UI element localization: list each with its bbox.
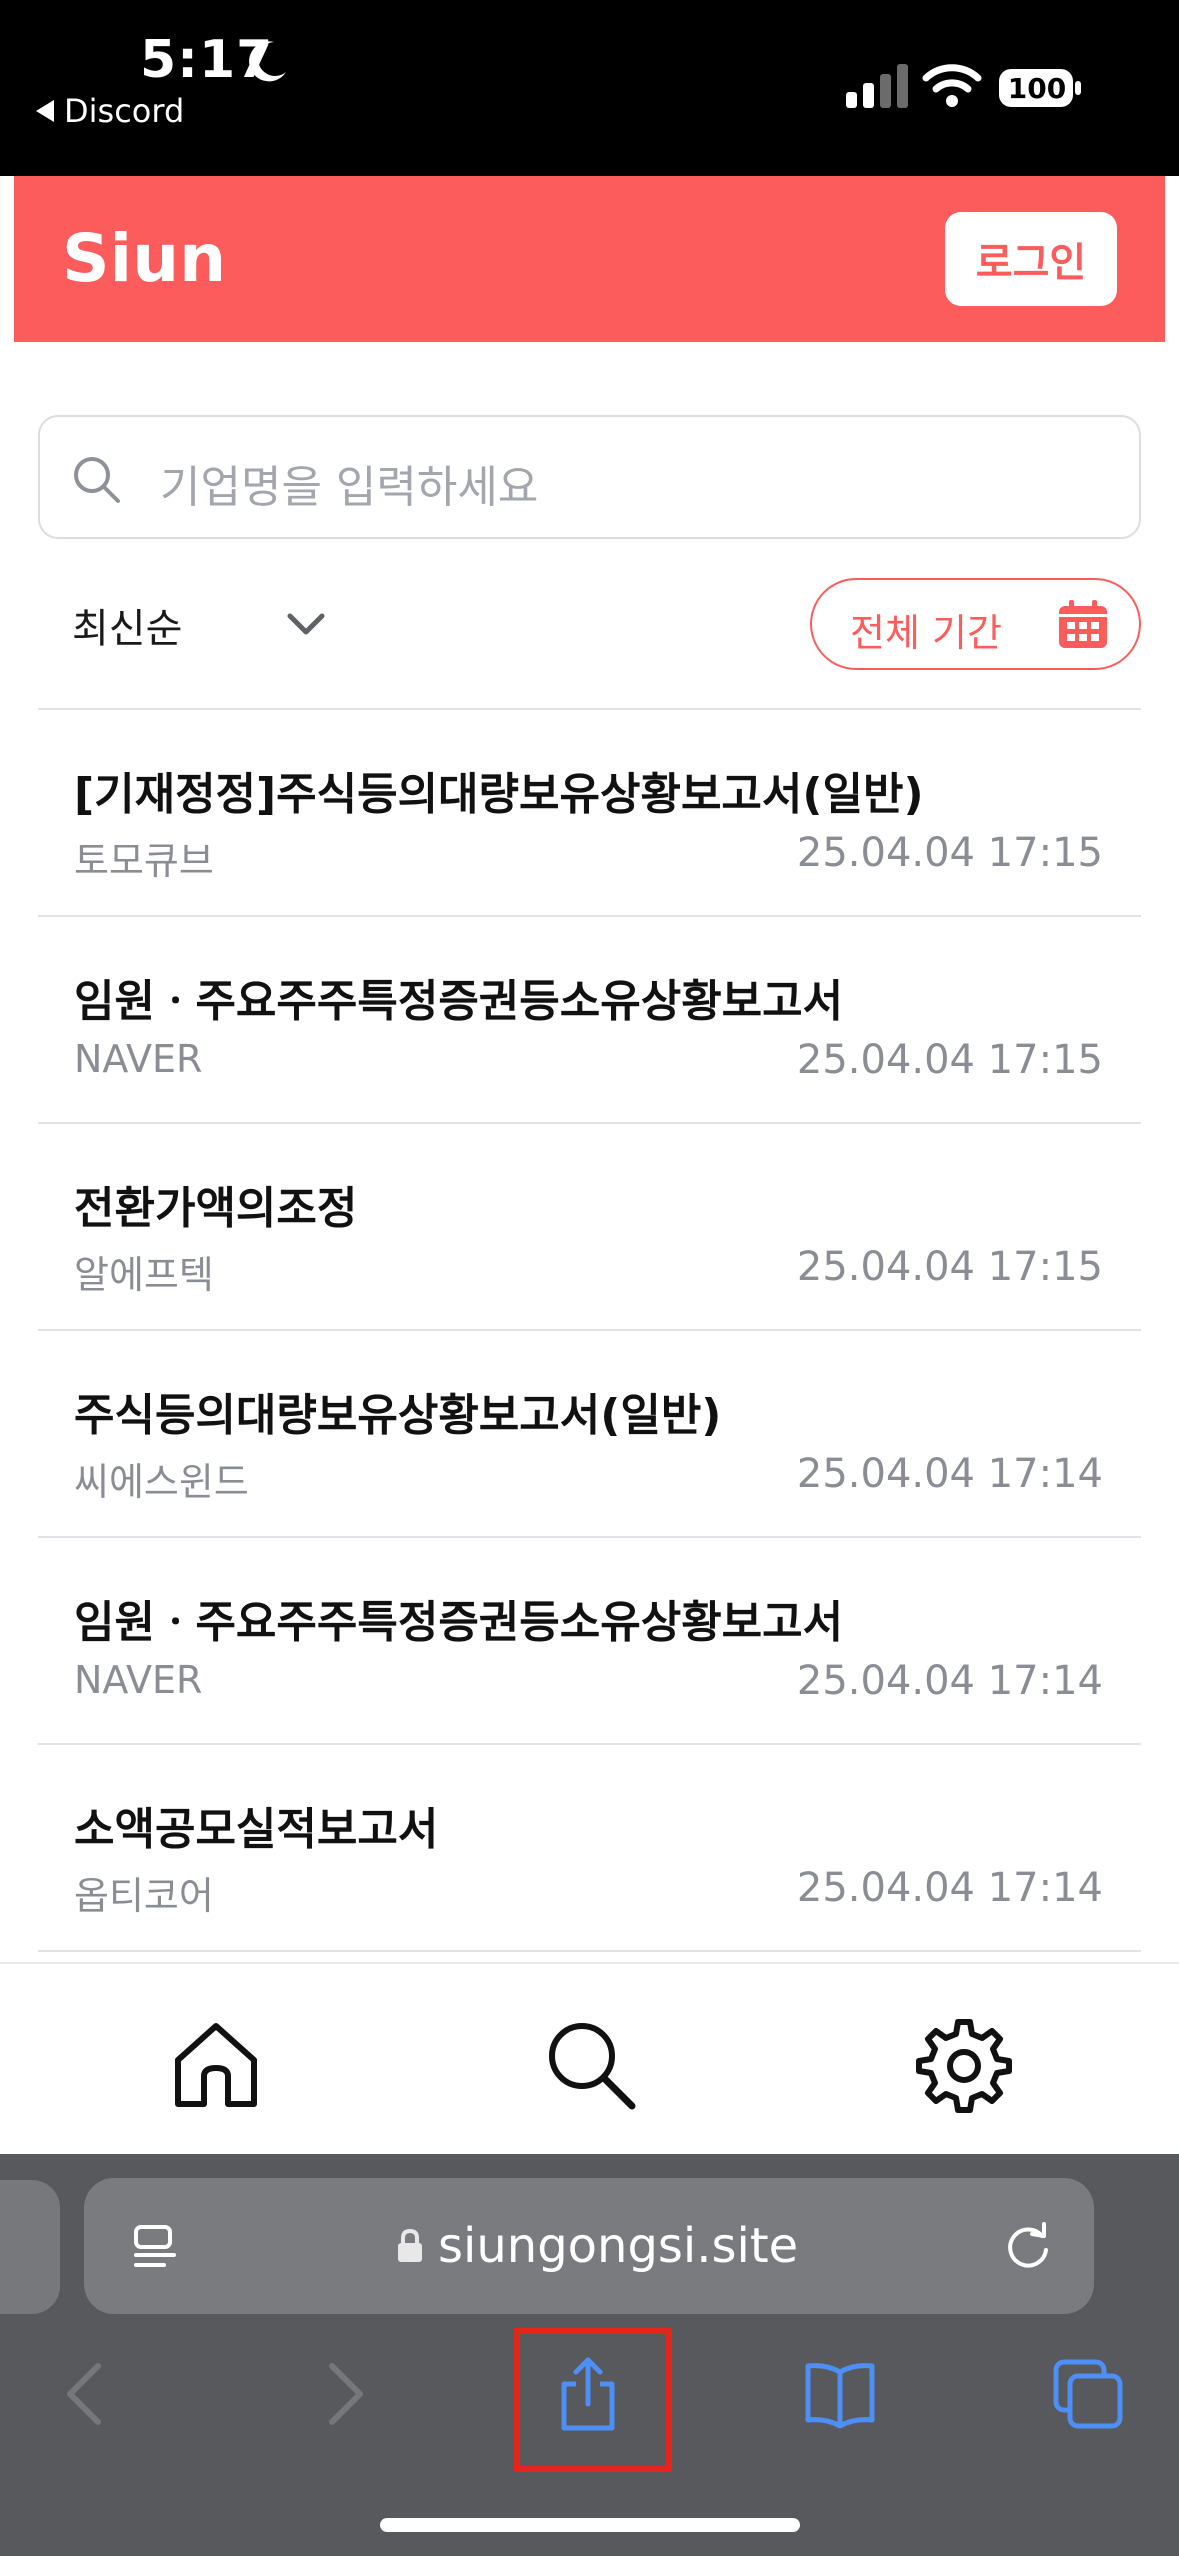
back-triangle-icon	[36, 100, 54, 122]
filing-datetime: 25.04.04 17:15	[796, 1244, 1103, 1290]
home-icon	[175, 2023, 257, 2107]
filing-datetime: 25.04.04 17:14	[796, 1451, 1103, 1497]
forward-arrow-icon[interactable]	[302, 2354, 382, 2434]
filing-company: NAVER	[74, 1658, 203, 1702]
moon-icon	[249, 41, 286, 82]
search-icon	[74, 457, 120, 503]
chevron-down-icon[interactable]	[284, 604, 328, 644]
filing-item[interactable]: [기재정정]주식등의대량보유상황보고서(일반) 토모큐브 25.04.04 17…	[38, 710, 1141, 917]
sort-select[interactable]: 최신순	[72, 596, 182, 654]
filing-title: 임원ㆍ주요주주특정증권등소유상황보고서	[74, 1597, 844, 1648]
app-header: Siun 로그인	[14, 176, 1165, 342]
share-highlight-box	[514, 2328, 672, 2472]
back-to-app-link[interactable]: Discord	[36, 92, 184, 130]
previous-tab-preview[interactable]	[0, 2180, 60, 2314]
browser-toolbar: siungongsi.site	[0, 2154, 1179, 2556]
period-filter-button[interactable]: 전체 기간	[810, 578, 1141, 670]
search-placeholder: 기업명을 입력하세요	[160, 462, 539, 513]
filing-company: 토모큐브	[74, 839, 214, 883]
filing-title: [기재정정]주식등의대량보유상황보고서(일반)	[74, 769, 924, 820]
filing-item[interactable]: 주식등의대량보유상황보고서(일반) 씨에스윈드 25.04.04 17:14	[38, 1331, 1141, 1538]
filing-title: 전환가액의조정	[74, 1183, 358, 1234]
filing-item[interactable]: 임원ㆍ주요주주특정증권등소유상황보고서 NAVER 25.04.04 17:15	[38, 917, 1141, 1124]
gear-icon	[916, 2019, 1012, 2113]
filing-datetime: 25.04.04 17:15	[796, 830, 1103, 876]
calendar-icon	[1059, 600, 1107, 648]
home-indicator[interactable]	[380, 2518, 800, 2532]
filing-company: 알에프텍	[74, 1253, 214, 1297]
reader-mode-icon[interactable]	[130, 2222, 180, 2272]
back-arrow-icon[interactable]	[48, 2354, 128, 2434]
status-bar: 5:17 Discord 100	[0, 0, 1179, 176]
filing-company: 씨에스윈드	[74, 1460, 249, 1504]
period-filter-label: 전체 기간	[850, 611, 1002, 655]
filing-company: 옵티코어	[74, 1874, 214, 1918]
filing-item[interactable]: 전환가액의조정 알에프텍 25.04.04 17:15	[38, 1124, 1141, 1331]
bookmarks-icon[interactable]	[800, 2354, 880, 2434]
filing-datetime: 25.04.04 17:14	[796, 1658, 1103, 1704]
app-logo[interactable]: Siun	[62, 220, 226, 297]
battery-level: 100	[1007, 71, 1067, 105]
filing-item[interactable]: 소액공모실적보고서 옵티코어 25.04.04 17:14	[38, 1745, 1141, 1952]
tab-home[interactable]	[166, 2014, 266, 2114]
filing-item[interactable]: 임원ㆍ주요주주특정증권등소유상황보고서 NAVER 25.04.04 17:14	[38, 1538, 1141, 1745]
tabs-icon[interactable]	[1048, 2354, 1128, 2434]
bottom-tab-bar	[0, 1962, 1179, 2154]
filing-title: 주식등의대량보유상황보고서(일반)	[74, 1390, 722, 1441]
search-icon	[549, 2023, 636, 2110]
reload-icon[interactable]	[1002, 2220, 1054, 2272]
filing-datetime: 25.04.04 17:15	[796, 1037, 1103, 1083]
filing-title: 소액공모실적보고서	[74, 1804, 439, 1855]
tab-search[interactable]	[540, 2014, 640, 2114]
wifi-icon	[922, 64, 982, 107]
tab-settings[interactable]	[914, 2014, 1014, 2114]
cellular-signal-icon	[846, 64, 908, 108]
url-display[interactable]: siungongsi.site	[396, 2218, 798, 2274]
lock-icon	[398, 2228, 422, 2262]
filing-company: NAVER	[74, 1037, 203, 1081]
filing-title: 임원ㆍ주요주주특정증권등소유상황보고서	[74, 976, 844, 1027]
company-search-input[interactable]: 기업명을 입력하세요	[38, 415, 1141, 539]
filing-datetime: 25.04.04 17:14	[796, 1865, 1103, 1911]
back-app-label: Discord	[64, 92, 185, 130]
url-text: siungongsi.site	[438, 2218, 799, 2274]
address-bar[interactable]: siungongsi.site	[84, 2178, 1094, 2314]
login-button[interactable]: 로그인	[945, 212, 1117, 306]
filing-list: [기재정정]주식등의대량보유상황보고서(일반) 토모큐브 25.04.04 17…	[38, 708, 1141, 1952]
